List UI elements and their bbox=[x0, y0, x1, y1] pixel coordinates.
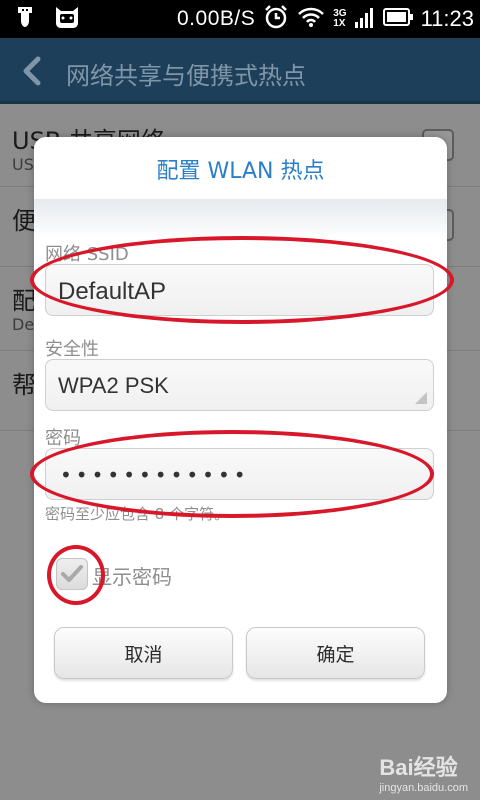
watermark-url: jingyan.baidu.com bbox=[379, 782, 468, 794]
security-select[interactable]: WPA2 PSK bbox=[45, 359, 434, 411]
battery-icon bbox=[382, 8, 413, 30]
security-label: 安全性 bbox=[45, 339, 99, 360]
dropdown-corner-icon bbox=[415, 392, 427, 404]
list-item-title: 配 bbox=[12, 287, 36, 315]
list-item-subtitle: De bbox=[12, 315, 35, 334]
usb-icon bbox=[14, 5, 36, 33]
clock: 11:23 bbox=[420, 6, 474, 31]
signal-icon bbox=[354, 6, 375, 32]
checkmark-icon bbox=[61, 565, 83, 582]
network-type: 3G 1X bbox=[333, 8, 347, 29]
dialog-header-shadow bbox=[34, 199, 447, 239]
wifi-icon bbox=[297, 6, 325, 32]
list-item-title: 便 bbox=[12, 207, 36, 235]
dialog-title: 配置 WLAN 热点 bbox=[156, 159, 325, 184]
ssid-value: DefaultAP bbox=[58, 278, 167, 305]
ssid-input[interactable]: DefaultAP bbox=[45, 264, 434, 316]
configure-hotspot-dialog: 配置 WLAN 热点 网络 SSID DefaultAP 安全性 WPA2 PS… bbox=[34, 137, 447, 703]
show-password-checkbox[interactable] bbox=[56, 558, 88, 590]
confirm-button[interactable]: 确定 bbox=[246, 627, 425, 679]
list-item-title: 帮 bbox=[12, 371, 36, 399]
watermark-logo: Bai经验 bbox=[379, 755, 458, 780]
list-item-subtitle: US bbox=[12, 155, 34, 174]
password-mask: •••••••••••• bbox=[60, 463, 250, 487]
back-arrow-icon[interactable] bbox=[20, 56, 44, 90]
security-value: WPA2 PSK bbox=[58, 373, 169, 398]
cat-face-icon bbox=[54, 5, 80, 33]
page-title: 网络共享与便携式热点 bbox=[66, 62, 306, 90]
show-password-label: 显示密码 bbox=[92, 565, 172, 589]
cancel-button[interactable]: 取消 bbox=[54, 627, 233, 679]
watermark: Bai经验 jingyan.baidu.com bbox=[379, 750, 468, 794]
status-bar: 0.00B/S 3G 1X 11:23 bbox=[0, 0, 480, 38]
password-input[interactable]: •••••••••••• bbox=[45, 448, 434, 500]
alarm-icon bbox=[263, 4, 289, 34]
net-speed: 0.00B/S bbox=[177, 7, 256, 30]
password-hint: 密码至少应包含 8 个字符。 bbox=[45, 505, 230, 523]
dialog-header: 配置 WLAN 热点 bbox=[34, 137, 447, 203]
password-label: 密码 bbox=[45, 428, 81, 449]
action-bar: 网络共享与便携式热点 bbox=[0, 38, 480, 104]
ssid-label: 网络 SSID bbox=[45, 244, 129, 265]
